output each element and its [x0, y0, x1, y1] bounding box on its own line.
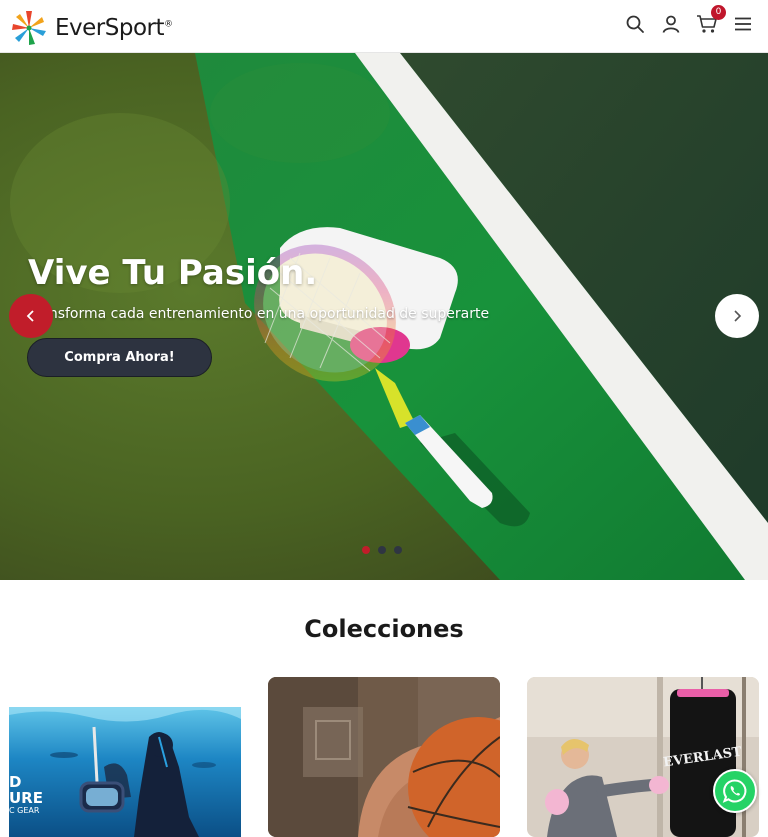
chevron-right-icon	[734, 310, 742, 322]
diving-caption-line2: URE	[9, 789, 43, 807]
brand-logo[interactable]: EverSport®	[9, 6, 173, 50]
menu-icon[interactable]	[732, 13, 754, 35]
brand-name: EverSport®	[55, 15, 173, 41]
diving-caption-line3: C GEAR	[9, 806, 40, 815]
diving-collection-image	[9, 707, 241, 837]
collections-title: Colecciones	[304, 615, 464, 643]
boxing-collection-image: EVERLAST	[527, 677, 759, 837]
eversport-logo-icon	[12, 11, 46, 45]
slider-pagination	[362, 546, 402, 554]
collection-card-boxing[interactable]: EVERLAST	[527, 677, 759, 837]
hero-subtitle: Transforma cada entrenamiento en una opo…	[28, 306, 490, 322]
cart-count-badge: 0	[711, 5, 726, 20]
basketball-collection-image	[268, 677, 500, 837]
collection-card-diving[interactable]: D URE C GEAR	[9, 707, 241, 837]
hero-title: Vive Tu Pasión.	[28, 253, 318, 293]
slider-dot-2[interactable]	[378, 546, 386, 554]
hero-slider: Vive Tu Pasión. Transforma cada entrenam…	[0, 53, 768, 580]
search-icon[interactable]	[624, 13, 646, 35]
user-icon[interactable]	[660, 13, 682, 35]
slider-prev-button[interactable]	[9, 294, 53, 338]
collection-card-basketball[interactable]	[268, 677, 500, 837]
whatsapp-icon	[722, 779, 747, 803]
shop-now-button[interactable]: Compra Ahora!	[27, 338, 212, 377]
slider-dot-1[interactable]	[362, 546, 370, 554]
whatsapp-button[interactable]	[713, 769, 757, 813]
slider-next-button[interactable]	[715, 294, 759, 338]
slider-dot-3[interactable]	[394, 546, 402, 554]
site-header: EverSport® 0	[0, 0, 768, 53]
cart-icon[interactable]: 0	[696, 5, 726, 35]
chevron-left-icon	[26, 310, 34, 322]
